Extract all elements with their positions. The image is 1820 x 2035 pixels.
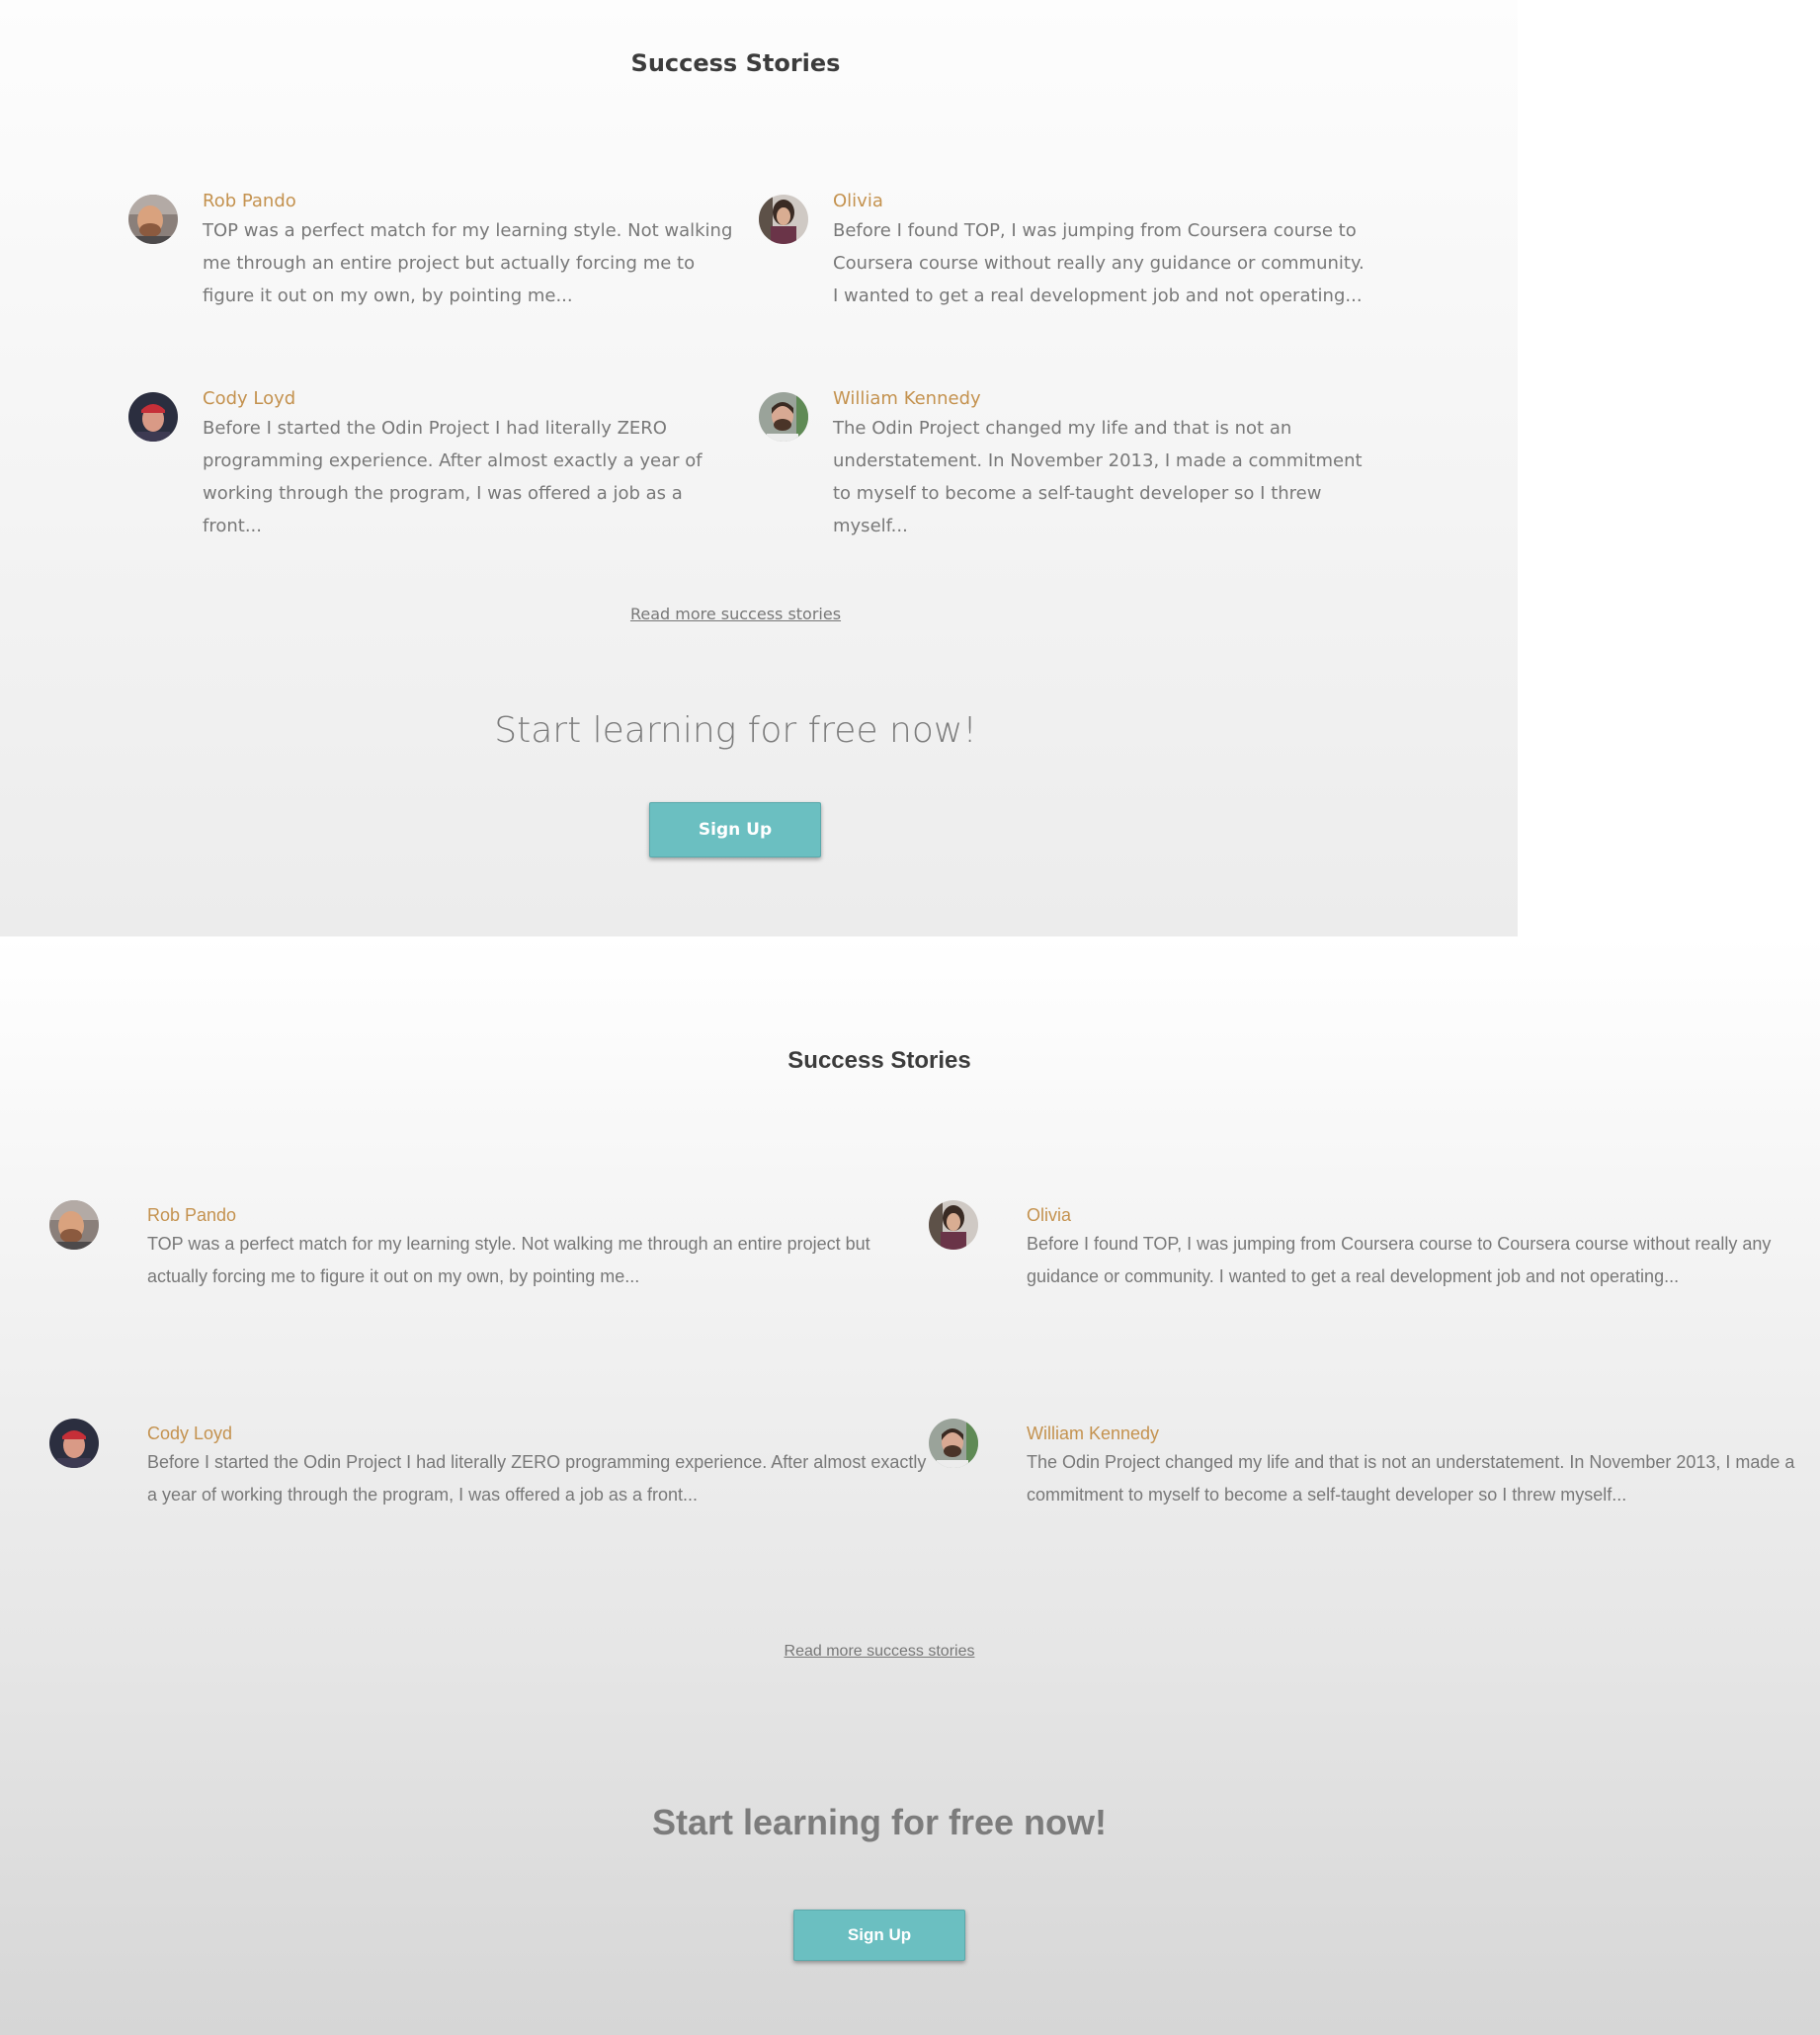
cody-loyd-avatar bbox=[49, 1419, 99, 1468]
read-more-link[interactable]: Read more success stories bbox=[0, 605, 1471, 623]
cody-loyd-avatar bbox=[128, 392, 178, 442]
section-title: Success Stories bbox=[787, 1047, 971, 1074]
story-excerpt: The Odin Project changed my life and tha… bbox=[1027, 1452, 1795, 1505]
story-author-name[interactable]: Olivia bbox=[1027, 1204, 1071, 1226]
story-excerpt: Before I found TOP, I was jumping from C… bbox=[833, 220, 1365, 306]
rob-pando-avatar bbox=[128, 195, 178, 244]
william-kennedy-avatar bbox=[759, 392, 808, 442]
success-stories-section-v2: Success Stories Rob Pando TOP was a perf… bbox=[0, 936, 1820, 2035]
william-kennedy-avatar bbox=[929, 1419, 978, 1468]
section-title: Success Stories bbox=[630, 49, 841, 77]
story-author-name[interactable]: Rob Pando bbox=[203, 190, 296, 213]
success-stories-section-v1: Success Stories Rob Pando TOP was a perf… bbox=[0, 0, 1518, 936]
story-author-name[interactable]: Olivia bbox=[833, 190, 883, 213]
story-excerpt: Before I found TOP, I was jumping from C… bbox=[1027, 1234, 1772, 1286]
story-author-name[interactable]: Cody Loyd bbox=[147, 1423, 232, 1444]
olivia-avatar bbox=[929, 1200, 978, 1250]
story-author-name[interactable]: Cody Loyd bbox=[203, 387, 295, 411]
story-excerpt: TOP was a perfect match for my learning … bbox=[203, 220, 733, 306]
story-excerpt: The Odin Project changed my life and tha… bbox=[833, 418, 1363, 536]
sign-up-button[interactable]: Sign Up bbox=[649, 802, 821, 857]
olivia-avatar bbox=[759, 195, 808, 244]
cta-heading: Start learning for free now! bbox=[494, 710, 977, 751]
story-author-name[interactable]: Rob Pando bbox=[147, 1204, 236, 1226]
rob-pando-avatar bbox=[49, 1200, 99, 1250]
story-excerpt: Before I started the Odin Project I had … bbox=[147, 1452, 927, 1505]
story-excerpt: TOP was a perfect match for my learning … bbox=[147, 1234, 870, 1286]
cta-heading: Start learning for free now! bbox=[651, 1802, 1108, 1842]
story-excerpt: Before I started the Odin Project I had … bbox=[203, 418, 703, 536]
story-author-name[interactable]: William Kennedy bbox=[833, 387, 981, 411]
read-more-link[interactable]: Read more success stories bbox=[0, 1643, 1759, 1661]
story-author-name[interactable]: William Kennedy bbox=[1027, 1423, 1159, 1444]
sign-up-button[interactable]: Sign Up bbox=[793, 1910, 965, 1961]
